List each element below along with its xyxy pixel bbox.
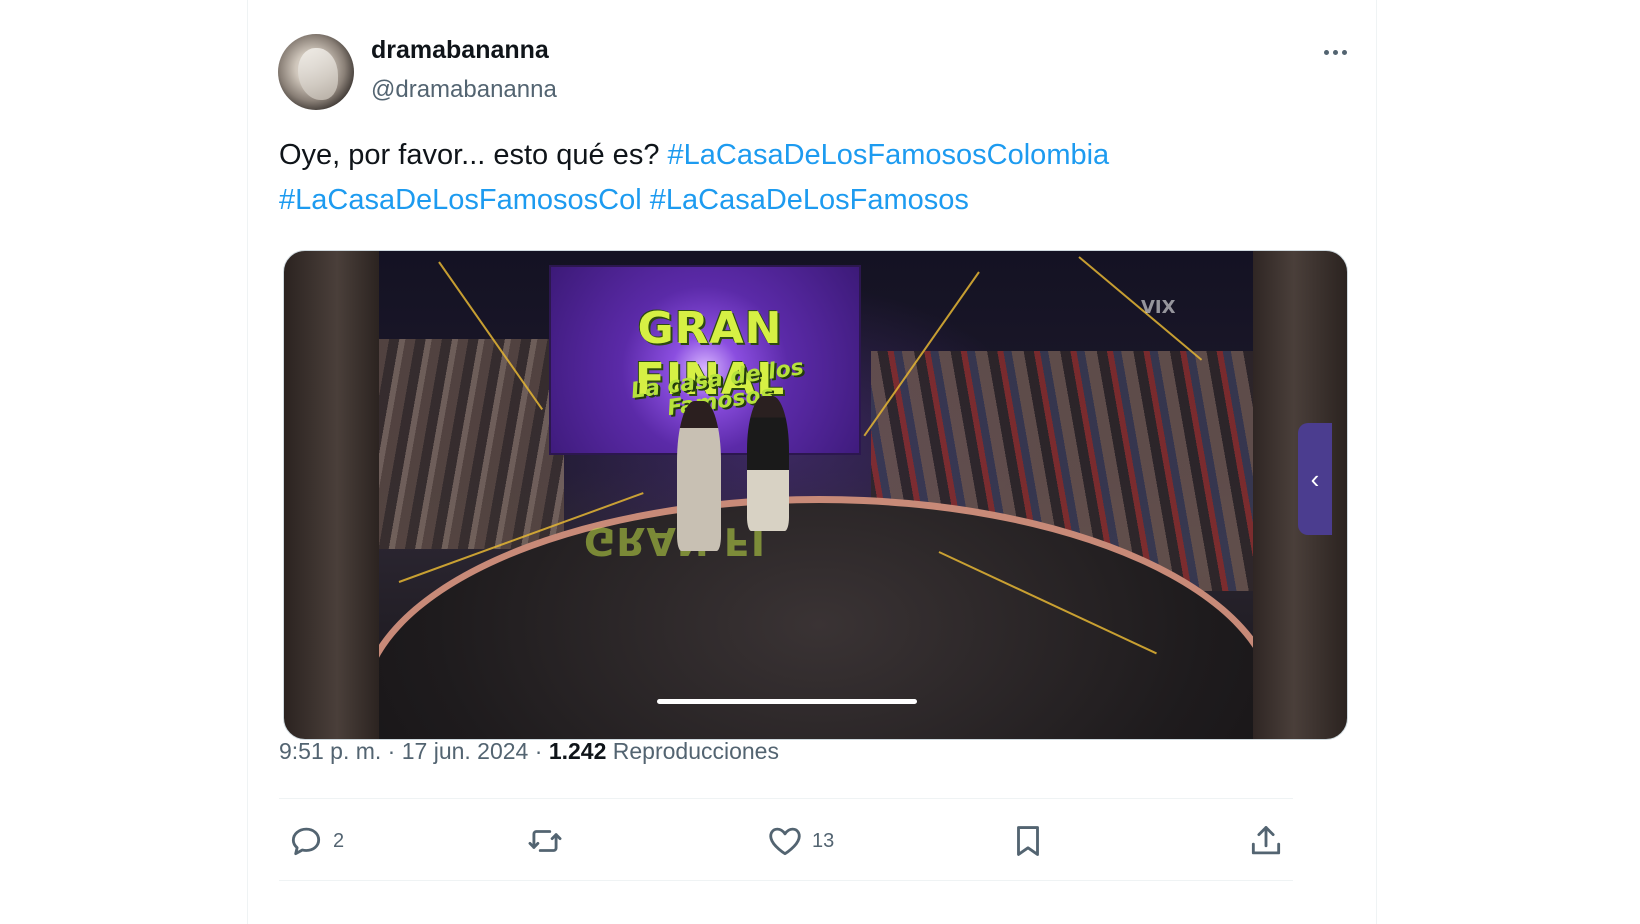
- repost-icon: [528, 830, 562, 852]
- avatar[interactable]: [278, 34, 354, 110]
- video-frame: GRAN FI GRAN FINAL La casa de los Famoso…: [379, 251, 1253, 739]
- bookmark-icon: [1017, 826, 1039, 856]
- video-watermark: VIX: [1141, 297, 1176, 318]
- like-button[interactable]: 13: [766, 818, 834, 864]
- share-button[interactable]: [1247, 818, 1285, 864]
- tweet-text: Oye, por favor... esto qué es? #LaCasaDe…: [279, 133, 1279, 223]
- repost-button[interactable]: [526, 818, 572, 864]
- meta-separator: ·: [528, 738, 549, 764]
- reply-button[interactable]: 2: [287, 818, 344, 864]
- meta-separator: ·: [381, 738, 402, 764]
- views-label: Reproducciones: [606, 738, 779, 764]
- host-figure: [747, 396, 789, 531]
- floor-reflection: GRAN FI: [584, 519, 766, 563]
- more-options-button[interactable]: [1313, 36, 1357, 68]
- tweet-actions: 2 13: [279, 818, 1293, 868]
- video-progress-bar[interactable]: [657, 699, 917, 704]
- chevron-left-icon[interactable]: ‹: [1298, 423, 1332, 535]
- tweet-card: dramabananna @dramabananna Oye, por favo…: [247, 0, 1377, 924]
- heart-icon: [769, 827, 801, 856]
- tweet-video[interactable]: GRAN FI GRAN FINAL La casa de los Famoso…: [283, 250, 1348, 740]
- divider: [279, 880, 1293, 881]
- hashtag-link[interactable]: #LaCasaDeLosFamososCol: [279, 184, 642, 216]
- share-icon: [1251, 826, 1281, 855]
- like-count: 13: [812, 829, 835, 852]
- views-count: 1.242: [548, 738, 607, 764]
- author-handle[interactable]: @dramabananna: [371, 76, 557, 104]
- tweet-meta: 9:51 p. m. · 17 jun. 2024 · 1.242 Reprod…: [279, 738, 779, 765]
- hashtag-link[interactable]: #LaCasaDeLosFamososColombia: [668, 139, 1110, 171]
- tweet-time[interactable]: 9:51 p. m.: [279, 738, 381, 764]
- bookmark-button[interactable]: [1009, 818, 1047, 864]
- audience-left: [379, 339, 564, 549]
- divider: [279, 798, 1293, 799]
- author-display-name[interactable]: dramabananna: [371, 36, 549, 65]
- singer-figure: [677, 401, 721, 551]
- reply-icon: [291, 827, 321, 856]
- hashtag-link[interactable]: #LaCasaDeLosFamosos: [650, 184, 969, 216]
- tweet-date[interactable]: 17 jun. 2024: [402, 738, 529, 764]
- reply-count: 2: [333, 829, 345, 852]
- tweet-body: Oye, por favor... esto qué es?: [279, 139, 668, 171]
- more-dots-icon: [1323, 49, 1329, 55]
